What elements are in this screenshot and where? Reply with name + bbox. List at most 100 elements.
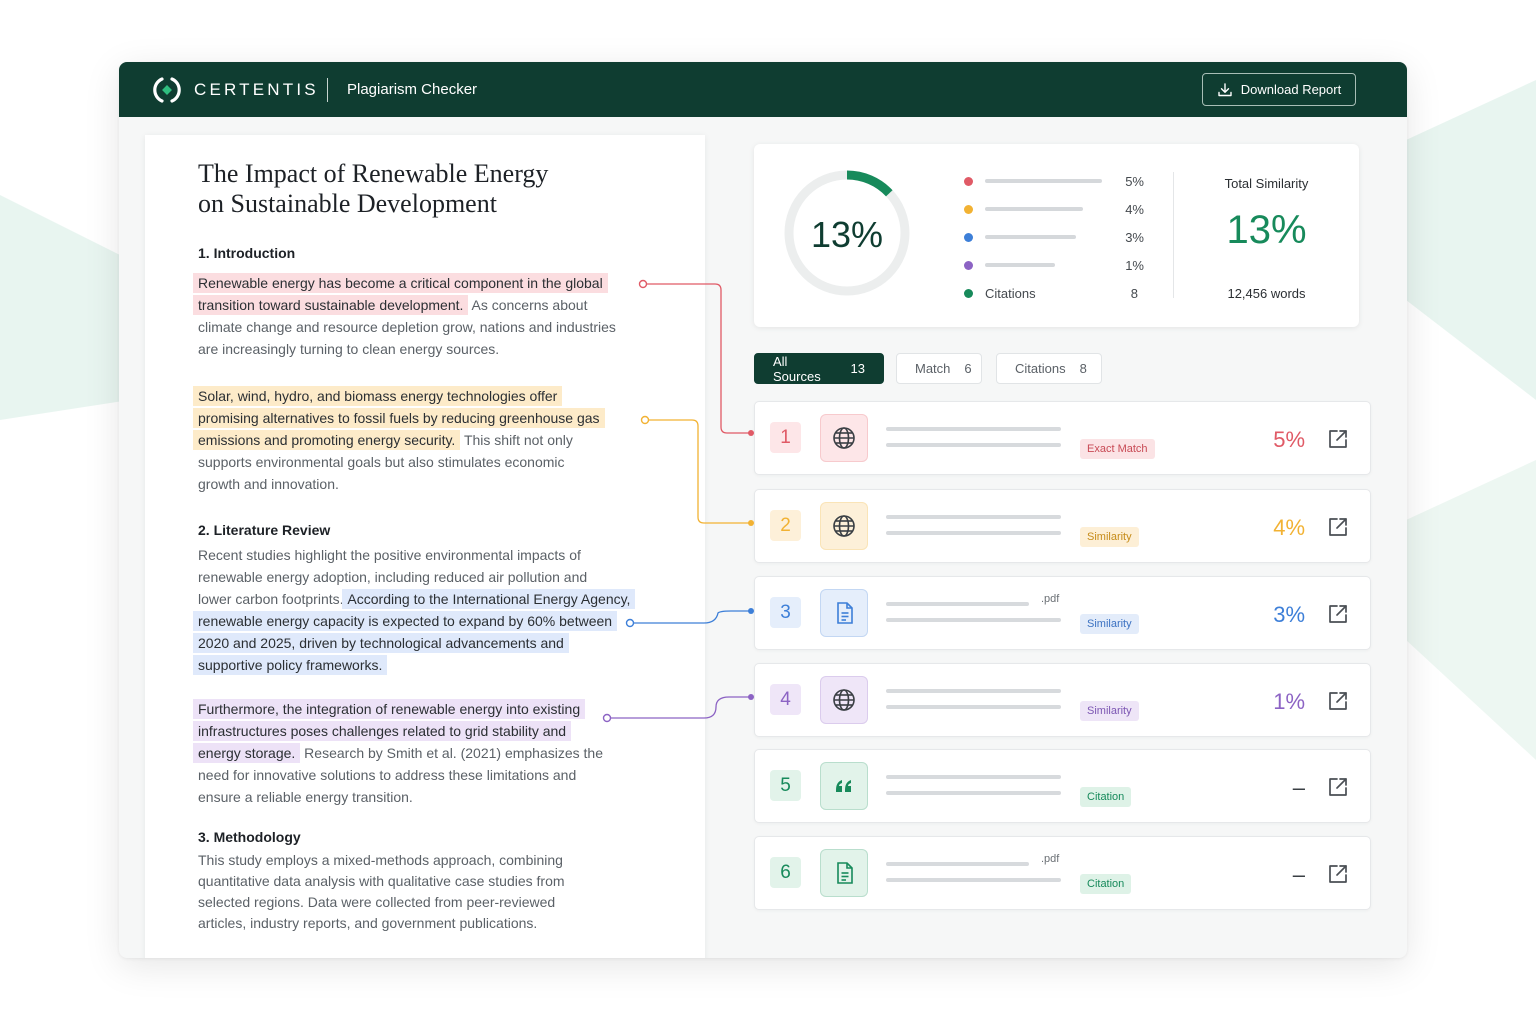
source-row-4[interactable]: 4 Similarity 1% xyxy=(754,663,1371,737)
source-url-placeholder xyxy=(886,705,1061,709)
source-type-tile xyxy=(820,676,868,724)
source-row-3[interactable]: 3 .pdf Similarity 3% xyxy=(754,576,1371,650)
source-title-placeholder xyxy=(886,775,1061,779)
source-row-6[interactable]: 6 .pdf Citation – xyxy=(754,836,1371,910)
source-url-placeholder xyxy=(886,531,1061,535)
highlight-source-2-cont[interactable]: promising alternatives to fossil fuels b… xyxy=(193,408,605,428)
external-link-icon[interactable] xyxy=(1326,427,1350,451)
source-number: 3 xyxy=(770,597,801,628)
highlight-source-1-cont[interactable]: transition toward sustainable developmen… xyxy=(193,295,469,315)
highlight-source-3-cont2[interactable]: 2020 and 2025, driven by technological a… xyxy=(193,633,569,653)
source-number: 6 xyxy=(770,857,801,888)
match-type-badge: Exact Match xyxy=(1080,439,1155,459)
document-panel: The Impact of Renewable Energy on Sustai… xyxy=(145,135,705,958)
paragraph-technologies: Solar, wind, hydro, and biomass energy t… xyxy=(193,385,605,495)
file-extension: .pdf xyxy=(1041,593,1060,605)
legend-bar xyxy=(985,207,1083,211)
highlight-source-3[interactable]: According to the International Energy Ag… xyxy=(342,589,636,609)
legend-bar xyxy=(985,235,1076,239)
paragraph-literature-review: Recent studies highlight the positive en… xyxy=(193,544,636,676)
highlight-source-4-end[interactable]: energy storage. xyxy=(193,743,301,763)
file-extension: .pdf xyxy=(1041,853,1060,865)
source-row-1[interactable]: 1 Exact Match 5% xyxy=(754,401,1371,475)
legend-dot xyxy=(964,260,973,270)
download-report-label: Download Report xyxy=(1240,82,1342,97)
source-number: 5 xyxy=(770,770,801,801)
document-icon xyxy=(837,862,853,884)
source-title-placeholder xyxy=(886,602,1029,606)
legend-row-3: 3% xyxy=(964,229,1144,245)
source-type-tile xyxy=(820,414,868,462)
source-type-tile xyxy=(820,762,868,810)
source-type-tile xyxy=(820,589,868,637)
highlight-source-4-cont[interactable]: infrastructures poses challenges related… xyxy=(193,721,572,741)
source-percentage: – xyxy=(1292,775,1305,800)
source-percentage: – xyxy=(1292,862,1305,887)
external-link-icon[interactable] xyxy=(1326,862,1350,886)
external-link-icon[interactable] xyxy=(1326,689,1350,713)
header-divider xyxy=(327,78,328,102)
external-link-icon[interactable] xyxy=(1326,602,1350,626)
word-count: 12,456 words xyxy=(1227,286,1306,301)
total-similarity-value: 13% xyxy=(1226,208,1307,252)
similarity-donut-arc xyxy=(846,170,893,197)
source-type-tile xyxy=(820,849,868,897)
source-title-placeholder xyxy=(886,427,1061,431)
source-percentage: 4% xyxy=(1273,515,1305,540)
source-url-placeholder xyxy=(886,878,1061,882)
legend-row-4: 1% xyxy=(964,257,1144,273)
source-percentage: 1% xyxy=(1273,689,1305,714)
match-type-badge: Similarity xyxy=(1080,701,1139,721)
paragraph-introduction: Renewable energy has become a critical c… xyxy=(193,272,616,360)
app-title: Plagiarism Checker xyxy=(347,81,478,98)
match-type-badge: Citation xyxy=(1080,874,1132,894)
highlight-source-2[interactable]: Solar, wind, hydro, and biomass energy t… xyxy=(193,386,563,406)
paragraph-methodology: This study employs a mixed-methods appro… xyxy=(198,852,565,931)
legend-row-2: 4% xyxy=(964,201,1144,217)
source-type-tile xyxy=(820,502,868,550)
highlight-source-4[interactable]: Furthermore, the integration of renewabl… xyxy=(193,699,586,719)
globe-icon xyxy=(833,427,855,449)
paragraph-integration: Furthermore, the integration of renewabl… xyxy=(193,698,603,808)
legend-dot xyxy=(964,204,973,214)
highlight-source-3-end[interactable]: supportive policy frameworks. xyxy=(193,655,388,675)
source-url-placeholder xyxy=(886,443,1061,447)
brand-name: CERTENTIS xyxy=(194,80,319,99)
match-type-badge: Citation xyxy=(1080,787,1132,807)
download-icon xyxy=(1218,82,1232,96)
external-link-icon[interactable] xyxy=(1326,775,1350,799)
legend-row-1: 5% xyxy=(964,173,1144,189)
document-icon xyxy=(837,602,853,624)
tab-match[interactable]: Match 6 xyxy=(896,353,982,384)
source-title-placeholder xyxy=(886,689,1061,693)
source-url-placeholder xyxy=(886,618,1061,622)
source-title-placeholder xyxy=(886,862,1029,866)
legend-row-citations: Citations 8 xyxy=(964,285,1144,301)
legend-bar xyxy=(985,263,1055,267)
match-type-badge: Similarity xyxy=(1080,614,1139,634)
download-report-button[interactable]: Download Report xyxy=(1202,73,1356,106)
source-row-2[interactable]: 2 Similarity 4% xyxy=(754,489,1371,563)
external-link-icon[interactable] xyxy=(1326,515,1350,539)
legend-dot xyxy=(964,232,973,242)
section-heading-literature-review: 2. Literature Review xyxy=(198,522,331,538)
donut-percentage: 13% xyxy=(810,214,884,255)
source-number: 2 xyxy=(770,510,801,541)
similarity-summary-card: 13% 5% 4% 3% 1% Citations 8 Total Simila xyxy=(754,144,1359,327)
highlight-source-1[interactable]: Renewable energy has become a critical c… xyxy=(193,273,608,293)
tab-citations[interactable]: Citations 8 xyxy=(996,353,1102,384)
source-row-5[interactable]: 5 Citation – xyxy=(754,749,1371,823)
tab-all-sources[interactable]: All Sources 13 xyxy=(754,353,884,384)
source-number: 1 xyxy=(770,422,801,453)
source-number: 4 xyxy=(770,684,801,715)
quote-icon xyxy=(836,780,851,792)
highlight-source-3-cont[interactable]: renewable energy capacity is expected to… xyxy=(193,611,618,631)
source-percentage: 3% xyxy=(1273,602,1305,627)
legend-dot xyxy=(964,288,973,298)
source-url-placeholder xyxy=(886,791,1061,795)
certentis-logo-icon xyxy=(153,77,181,103)
document-title: The Impact of Renewable Energy on Sustai… xyxy=(198,159,549,218)
total-similarity-label: Total Similarity xyxy=(1224,176,1309,191)
highlight-source-2-end[interactable]: emissions and promoting energy security. xyxy=(193,430,461,450)
app-window: CERTENTIS Plagiarism Checker Download Re… xyxy=(119,62,1407,958)
